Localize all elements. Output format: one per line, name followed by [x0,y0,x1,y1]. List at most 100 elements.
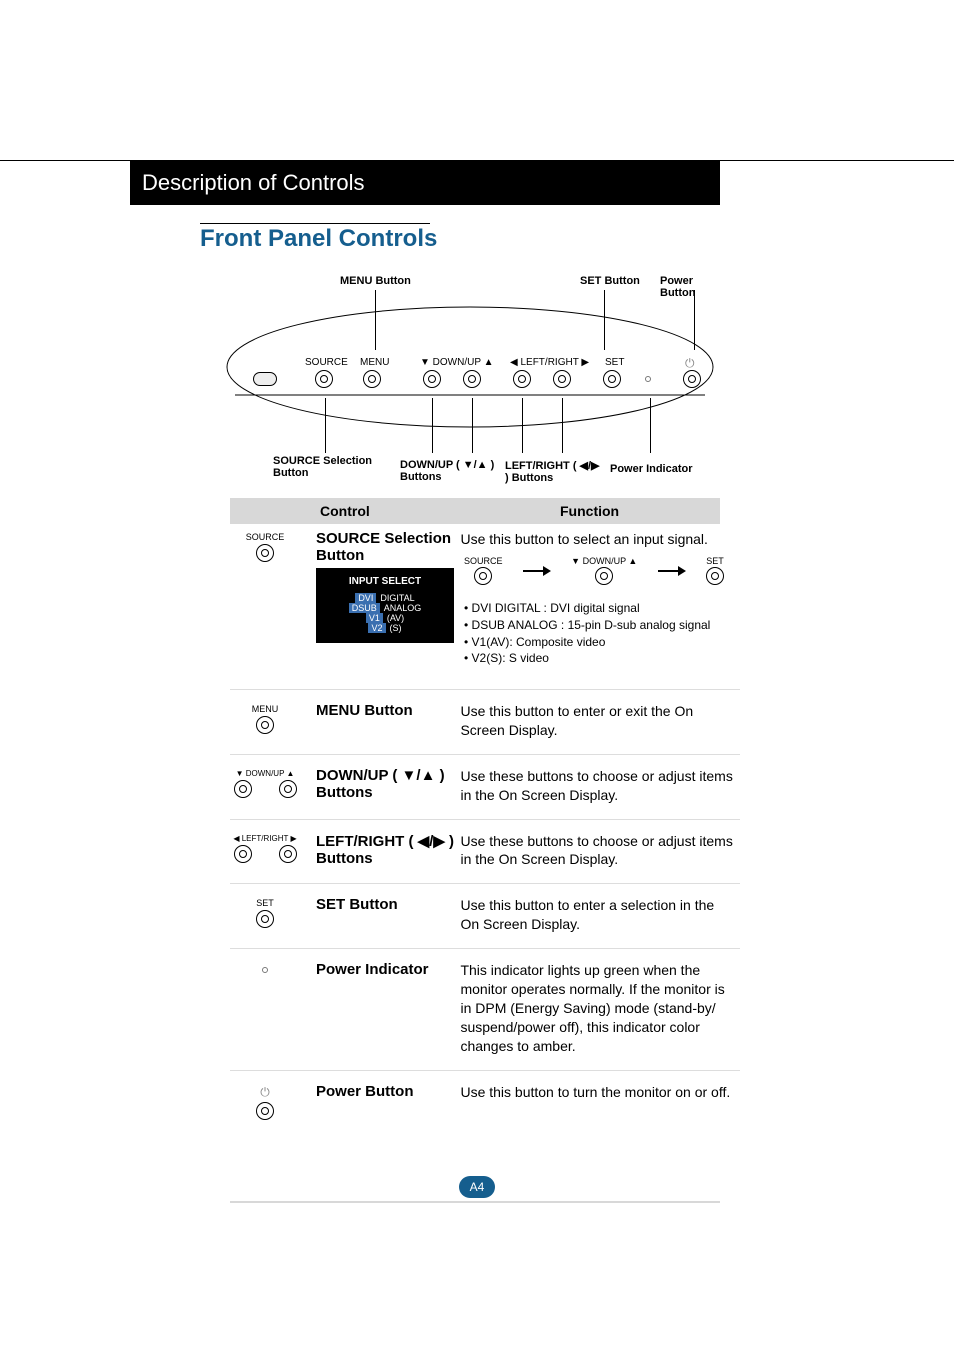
sp-btn-icon [474,567,492,585]
sp-text: ▼ DOWN/UP ▲ [571,556,637,566]
row-pi-desc: This indicator lights up green when the … [460,961,735,1055]
row-power-desc: Use this button to turn the monitor on o… [460,1083,735,1102]
row-leftright-label: LEFT/RIGHT ( ◀/▶ ) Buttons [316,832,456,867]
input-select-opt: DVI DIGITAL [324,593,446,603]
row-set-desc: Use this button to enter a selection in … [460,896,735,934]
panel-up-btn-icon [463,370,481,388]
input-select-title: INPUT SELECT [324,576,446,587]
sp-btn-icon [595,567,613,585]
opt-c2: (AV) [387,613,404,623]
row-pi-label: Power Indicator [316,961,456,978]
callout-line [562,398,563,453]
section-header: Description of Controls [130,160,720,205]
row-leftright-icon-text: ◀ LEFT/RIGHT ▶ [222,834,308,843]
power-icon: ⏻ [685,356,695,371]
input-select-box: INPUT SELECT DVI DIGITAL DSUB ANALOG V1 (AV… [316,568,454,643]
row-menu-icon: MENU [222,704,308,736]
callout-line [650,398,651,453]
panel-menu-btn-icon [363,370,381,388]
sp-text: SET [706,556,724,566]
row-downup: ▼ DOWN/UP ▲ DOWN/UP ( ▼/▲ ) Buttons Use … [230,767,740,820]
front-panel-diagram: SOURCE MENU ▼ DOWN/UP ▲ ◀ LEFT/RIGHT ▶ S… [225,305,715,430]
row-source-label: SOURCE Selection Button [316,530,456,564]
bullet: • V2(S): S video [464,650,710,667]
opt-c2: DIGITAL [380,593,414,603]
row-menu-label: MENU Button [316,702,456,719]
row-leftright: ◀ LEFT/RIGHT ▶ LEFT/RIGHT ( ◀/▶ ) Button… [230,832,740,885]
panel-downup-text: ▼ DOWN/UP ▲ [420,357,494,368]
row-pi-icon [222,963,308,977]
subheading: Front Panel Controls [200,225,437,253]
row-source-icon: SOURCE [222,532,308,564]
sp-source: SOURCE [464,556,503,585]
opt-c1: DSUB [349,603,380,613]
left-btn-icon [234,845,252,863]
row-set-icon-text: SET [222,898,308,908]
row-set: SET SET Button Use this button to enter … [230,896,740,949]
controls-table: SOURCE SOURCE Selection Button Use this … [230,530,740,1127]
row-set-label: SET Button [316,896,456,913]
ir-window-icon [253,372,277,386]
bullet: • DSUB ANALOG : 15-pin D-sub analog sign… [464,617,710,634]
callout-line [472,398,473,453]
led-icon [262,967,268,973]
down-btn-icon [234,780,252,798]
row-source: SOURCE SOURCE Selection Button Use this … [230,530,740,690]
panel-set-btn-icon [603,370,621,388]
panel-set-text: SET [605,357,624,368]
subheading-rule [200,223,430,224]
bullet-text: DSUB ANALOG : 15-pin D-sub analog signal [472,618,711,632]
opt-c2: ANALOG [384,603,422,613]
row-source-desc: Use this button to select an input signa… [460,530,735,549]
set-btn-icon [256,910,274,928]
panel-source-btn-icon [315,370,333,388]
opt-c1: V2 [368,623,385,633]
menu-btn-icon [256,716,274,734]
bottom-rule [230,1201,720,1203]
input-select-opt: V2(S) [324,623,446,633]
row-source-icon-text: SOURCE [222,532,308,542]
label-source-selection: SOURCE Selection Button [273,455,393,479]
power-btn-icon [256,1102,274,1120]
callout-line [522,398,523,453]
input-select-opt: V1 (AV) [324,613,446,623]
bullet-text: DVI DIGITAL : DVI digital signal [472,601,640,615]
th-control: Control [320,503,370,519]
sp-btn-icon [706,567,724,585]
row-menu: MENU MENU Button Use this button to ente… [230,702,740,755]
panel-leftright-text: ◀ LEFT/RIGHT ▶ [510,357,589,368]
opt-c1: V1 [366,613,383,623]
bullet-text: V1(AV): Composite video [472,635,606,649]
label-power-button: Power Button [660,275,730,299]
row-power-indicator: Power Indicator This indicator lights up… [230,961,740,1070]
arrow-right-icon [523,567,551,575]
bullet: • DVI DIGITAL : DVI digital signal [464,600,710,617]
row-downup-icon-text: ▼ DOWN/UP ▲ [222,769,308,778]
table-header: Control Function [230,498,720,524]
panel-source-text: SOURCE [305,357,348,368]
row-downup-label: DOWN/UP ( ▼/▲ ) Buttons [316,767,456,801]
row-menu-desc: Use this button to enter or exit the On … [460,702,735,740]
label-downup-buttons: DOWN/UP ( ▼/▲ ) Buttons [400,459,500,483]
panel-led-icon [645,376,651,382]
th-function: Function [560,503,619,519]
source-btn-icon [256,544,274,562]
row-power-button: ⏻ Power Button Use this button to turn t… [230,1083,740,1116]
sp-set: SET [706,556,724,585]
label-leftright-buttons: LEFT/RIGHT ( ◀/▶ ) Buttons [505,459,605,484]
power-icon: ⏻ [260,1085,270,1100]
signal-path-diagram: SOURCE ▼ DOWN/UP ▲ SET [464,556,724,585]
source-bullets: • DVI DIGITAL : DVI digital signal • DSU… [464,600,710,667]
up-btn-icon [279,780,297,798]
label-power-indicator: Power Indicator [610,463,710,475]
right-btn-icon [279,845,297,863]
row-power-label: Power Button [316,1083,456,1100]
callout-line [432,398,433,453]
opt-c1: DVI [355,593,376,603]
row-downup-icon: ▼ DOWN/UP ▲ [222,769,308,800]
sp-text: SOURCE [464,556,503,566]
row-power-icon: ⏻ [222,1085,308,1122]
bullet: • V1(AV): Composite video [464,634,710,651]
panel-power-btn-icon [683,370,701,388]
panel-menu-text: MENU [360,357,389,368]
